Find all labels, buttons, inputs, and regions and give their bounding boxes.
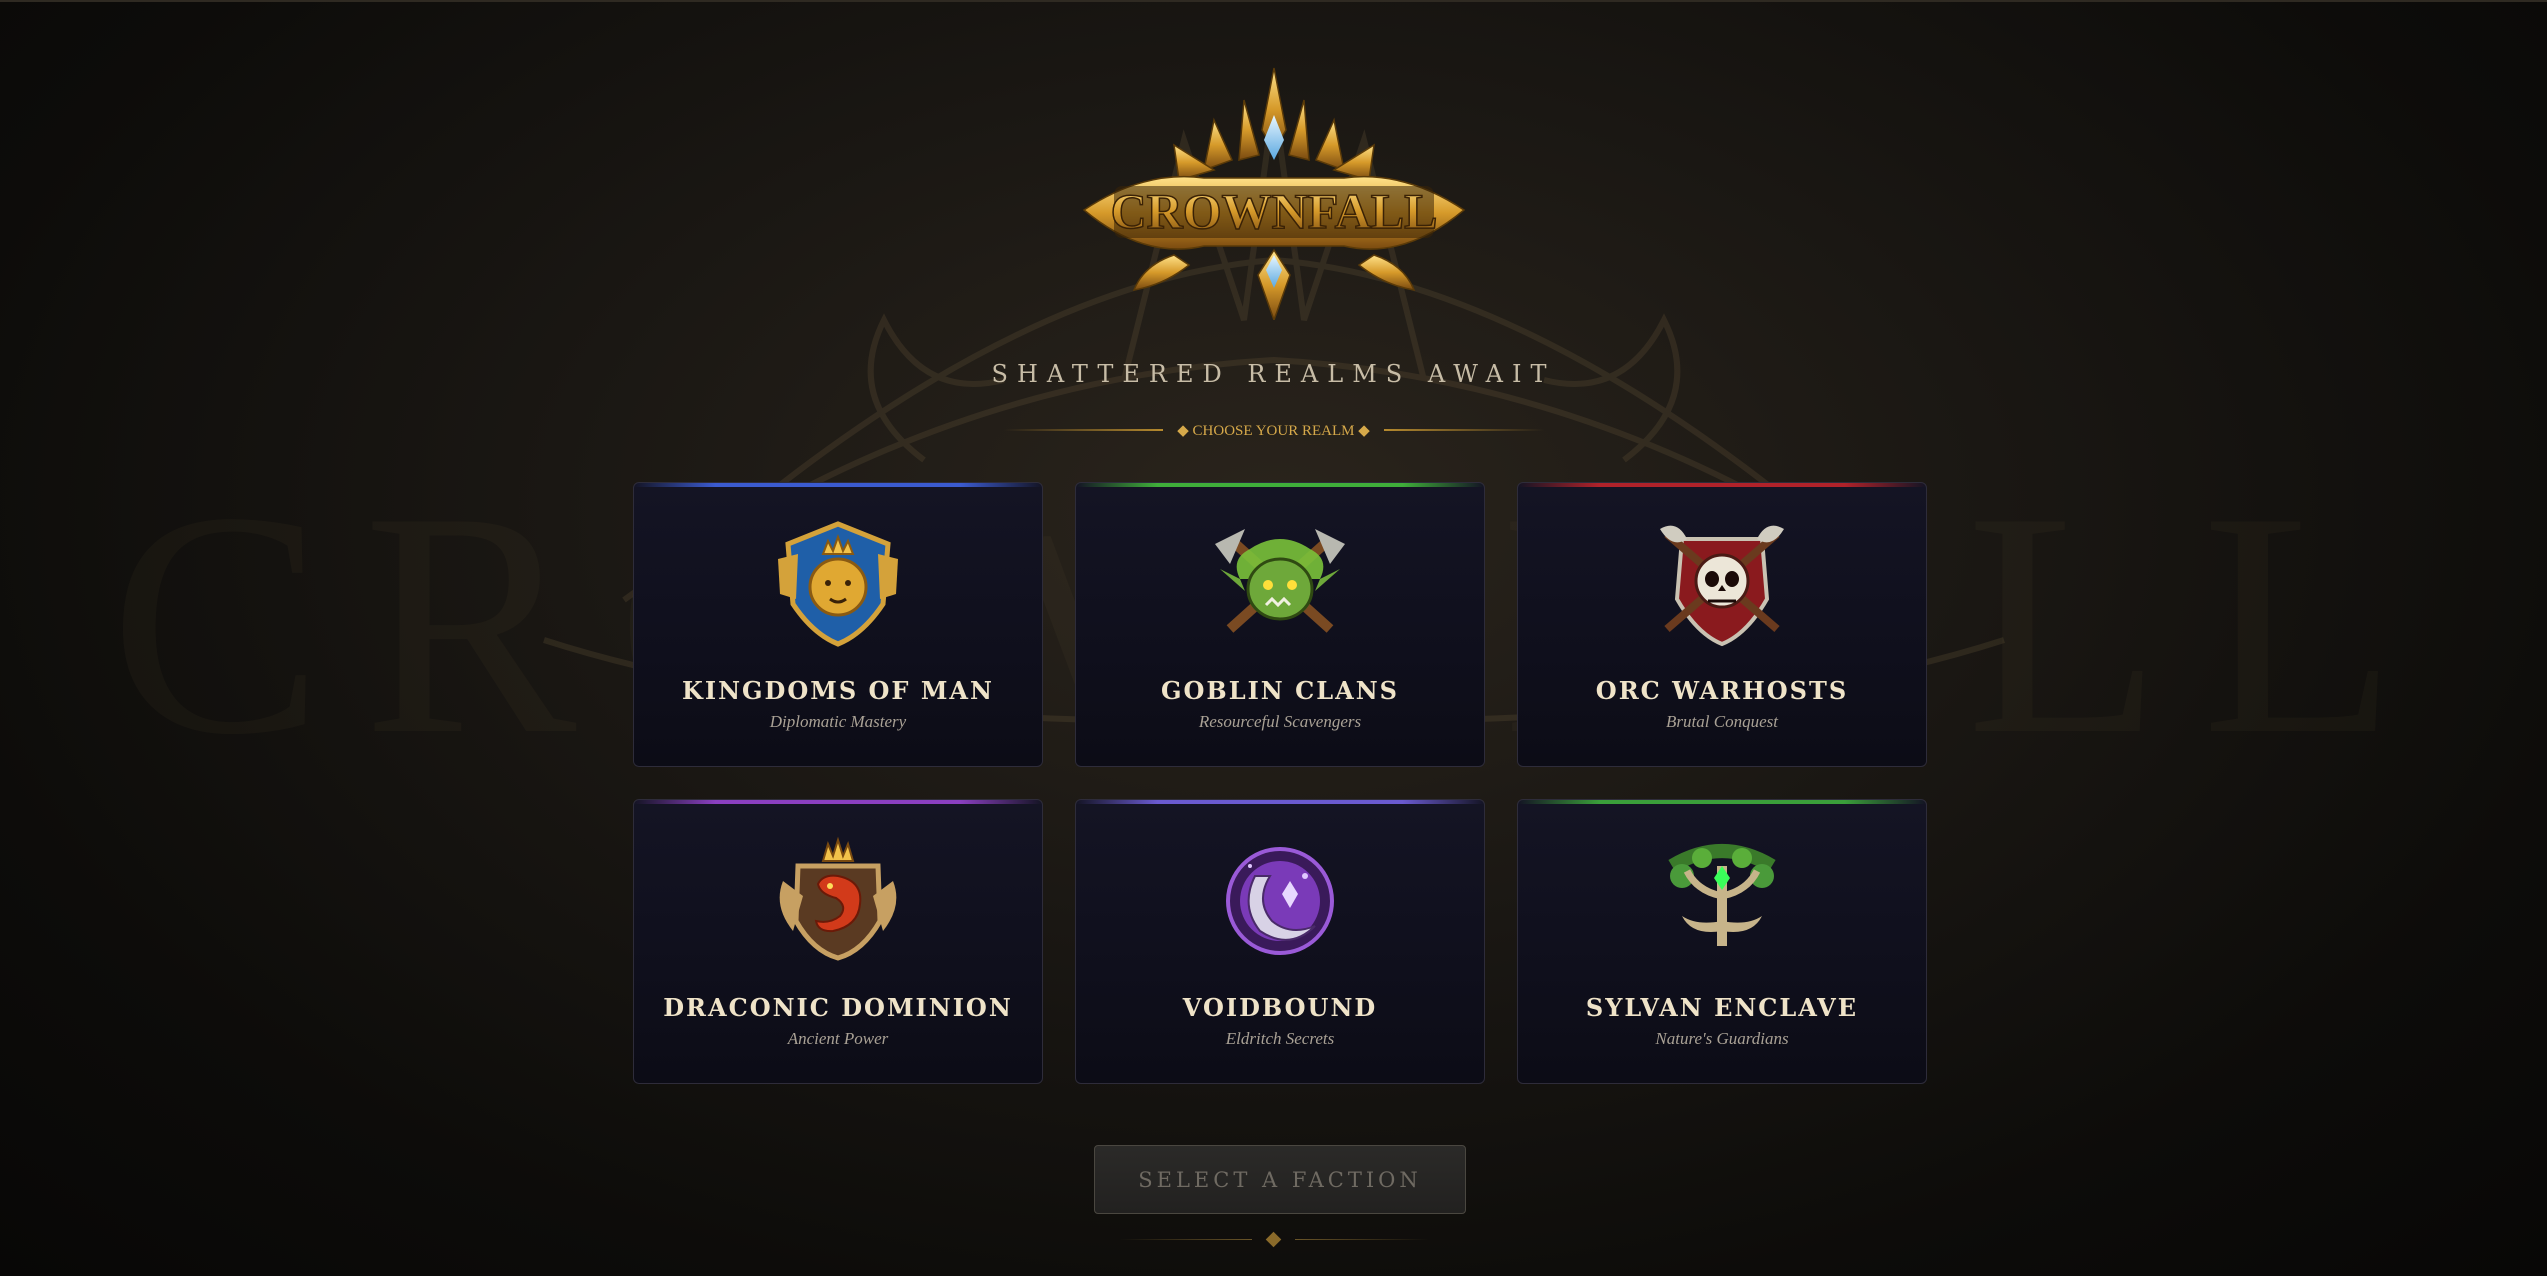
divider-line-right bbox=[1383, 429, 1544, 431]
faction-tagline: Eldritch Secrets bbox=[1225, 1029, 1335, 1048]
tree-antler-icon bbox=[1652, 836, 1792, 966]
ornament-line-right bbox=[1295, 1238, 1429, 1240]
card-accent-bar bbox=[1076, 483, 1484, 487]
faction-tagline: Diplomatic Mastery bbox=[769, 712, 907, 731]
card-accent-bar bbox=[1518, 800, 1926, 804]
faction-card-goblin-clans[interactable]: GOBLIN CLANS Resourceful Scavengers bbox=[1075, 482, 1485, 767]
logo-text: CROWNFALL bbox=[1110, 183, 1437, 239]
faction-tagline: Ancient Power bbox=[787, 1029, 889, 1048]
dragon-crest-icon bbox=[768, 836, 908, 966]
choose-realm-label: ◆ CHOOSE YOUR REALM ◆ bbox=[1177, 422, 1370, 439]
faction-tagline: Brutal Conquest bbox=[1666, 712, 1778, 731]
card-accent-bar bbox=[634, 800, 1042, 804]
faction-name: GOBLIN CLANS bbox=[1161, 676, 1399, 705]
faction-grid: KINGDOMS OF MAN Diplomatic Mastery GOBLI… bbox=[633, 482, 1928, 1084]
card-accent-bar bbox=[1076, 800, 1484, 804]
faction-card-sylvan-enclave[interactable]: SYLVAN ENCLAVE Nature's Guardians bbox=[1517, 799, 1927, 1084]
faction-name: KINGDOMS OF MAN bbox=[682, 676, 994, 705]
faction-card-draconic-dominion[interactable]: DRACONIC DOMINION Ancient Power bbox=[633, 799, 1043, 1084]
faction-card-orc-warhosts[interactable]: ORC WARHOSTS Brutal Conquest bbox=[1517, 482, 1927, 767]
faction-name: ORC WARHOSTS bbox=[1595, 676, 1849, 705]
faction-name: DRACONIC DOMINION bbox=[663, 993, 1013, 1022]
faction-tagline: Resourceful Scavengers bbox=[1198, 712, 1362, 731]
choose-realm-divider: ◆ CHOOSE YOUR REALM ◆ bbox=[1003, 418, 1544, 442]
faction-name: VOIDBOUND bbox=[1182, 993, 1378, 1022]
ornament-line-left bbox=[1118, 1238, 1252, 1240]
subtitle: SHATTERED REALMS AWAIT bbox=[991, 360, 1556, 388]
goblin-skull-icon bbox=[1210, 519, 1350, 649]
bottom-ornament bbox=[1118, 1229, 1429, 1249]
diamond-icon bbox=[1265, 1231, 1282, 1247]
card-accent-bar bbox=[1518, 483, 1926, 487]
faction-card-voidbound[interactable]: VOIDBOUND Eldritch Secrets bbox=[1075, 799, 1485, 1084]
orc-skull-axes-icon bbox=[1652, 519, 1792, 649]
divider-line-left bbox=[1003, 429, 1164, 431]
faction-card-kingdoms-of-man[interactable]: KINGDOMS OF MAN Diplomatic Mastery bbox=[633, 482, 1043, 767]
select-faction-button[interactable]: SELECT A FACTION bbox=[1094, 1145, 1466, 1214]
top-border bbox=[0, 0, 2547, 2]
faction-name: SYLVAN ENCLAVE bbox=[1585, 993, 1859, 1022]
game-logo: CROWNFALL bbox=[1054, 60, 1494, 323]
lion-crest-icon bbox=[768, 519, 908, 649]
void-moon-icon bbox=[1210, 836, 1350, 966]
card-accent-bar bbox=[634, 483, 1042, 487]
faction-tagline: Nature's Guardians bbox=[1655, 1029, 1789, 1048]
